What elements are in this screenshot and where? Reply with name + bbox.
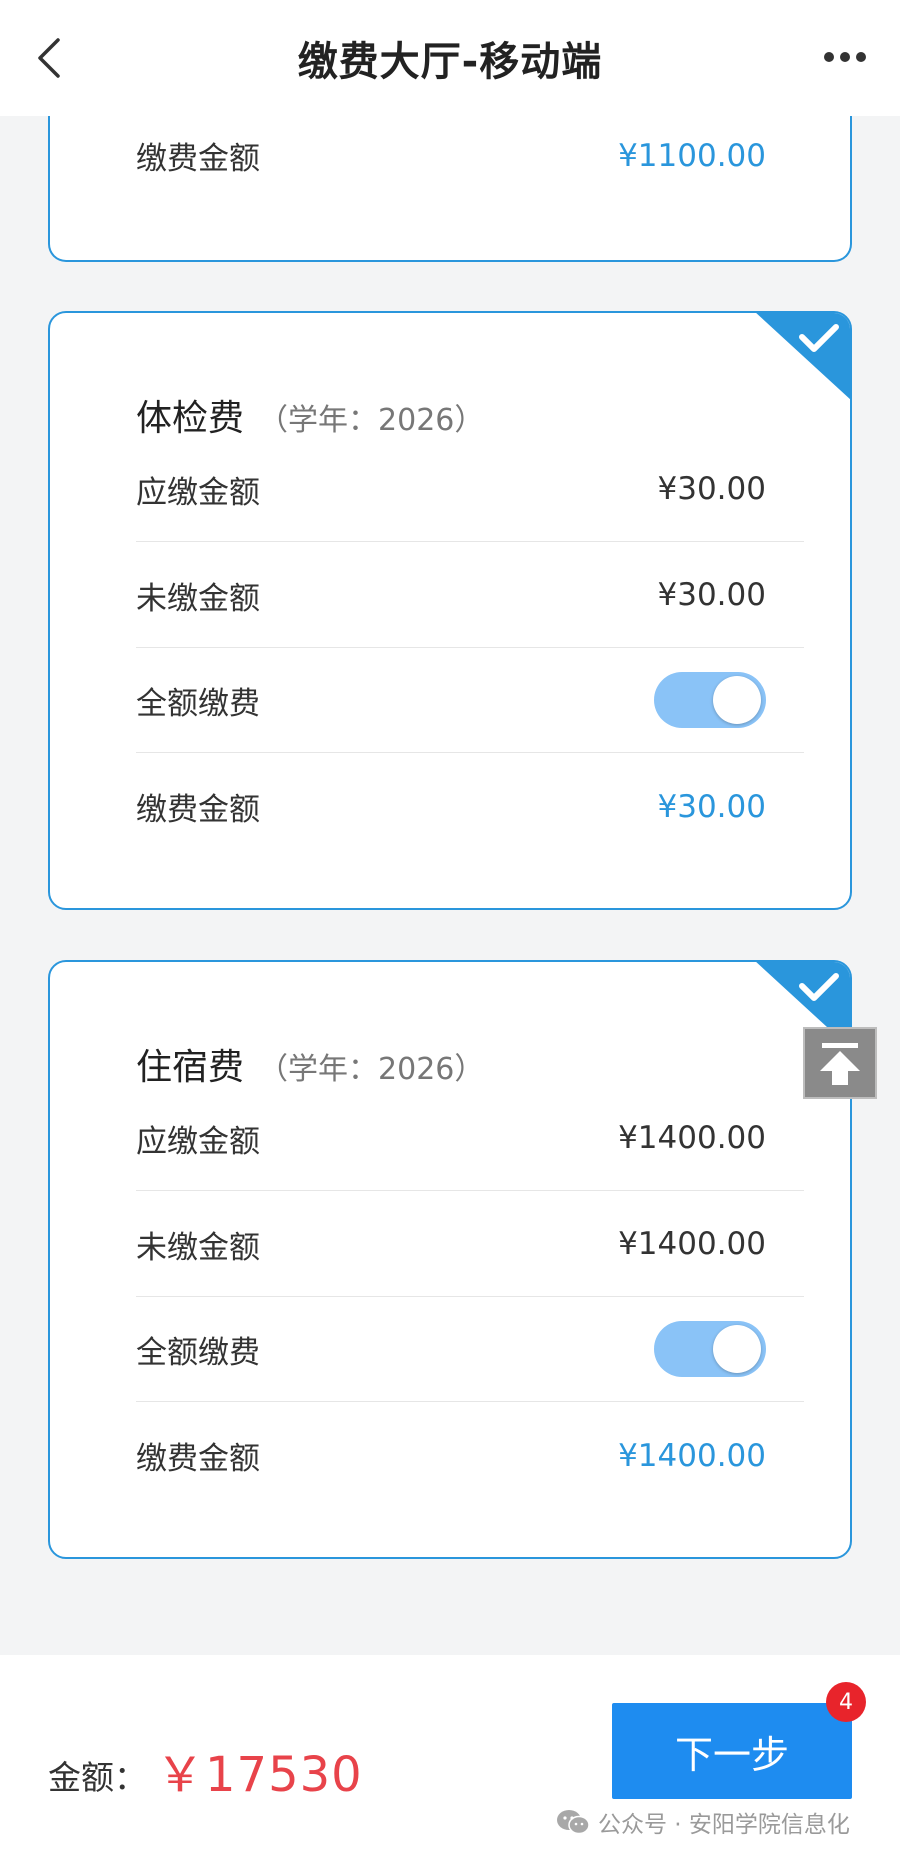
row-label: 应缴金额 (136, 1123, 260, 1160)
wechat-icon (557, 1810, 590, 1835)
fee-year: （学年：2026） (258, 403, 485, 438)
toggle-knob (713, 1325, 761, 1373)
row-label: 未缴金额 (136, 1229, 260, 1266)
top-nav-bar: 缴费大厅-移动端 (0, 0, 900, 116)
payment-amount-row: 缴费金额 ¥1400.00 (136, 1403, 804, 1508)
fee-name: 体检费 (136, 398, 245, 439)
page-title: 缴费大厅-移动端 (297, 39, 603, 85)
fee-name: 住宿费 (136, 1047, 245, 1088)
watermark: 公众号 · 安阳学院信息化 (556, 1805, 850, 1839)
back-button[interactable] (30, 36, 74, 80)
payment-amount-value[interactable]: ¥1400.00 (618, 1438, 766, 1474)
chevron-left-icon (38, 38, 60, 78)
more-dots-icon (824, 52, 834, 62)
arrow-up-to-top-icon (820, 1043, 860, 1085)
row-label: 缴费金额 (136, 792, 260, 828)
total-amount-label: 金额： (48, 1758, 147, 1797)
payment-amount-row: 缴费金额 ¥1100.00 (136, 103, 804, 208)
row-label: 全额缴费 (136, 685, 260, 722)
back-to-top-button[interactable] (803, 1027, 877, 1099)
full-payment-row: 全额缴费 (136, 1297, 804, 1402)
unpaid-amount-value: ¥30.00 (657, 577, 766, 613)
selected-check-icon (756, 313, 850, 400)
unpaid-amount-value: ¥1400.00 (618, 1226, 766, 1262)
toggle-knob (713, 676, 761, 724)
row-label: 应缴金额 (136, 474, 260, 511)
payment-amount-row: 缴费金额 ¥30.00 (136, 754, 804, 859)
full-payment-toggle[interactable] (654, 672, 766, 728)
selected-count-badge: 4 (826, 1682, 866, 1722)
unpaid-amount-row: 未缴金额 ¥30.00 (136, 543, 804, 648)
payment-amount-value[interactable]: ¥30.00 (658, 789, 766, 825)
payment-hall-page: 缴费大厅-移动端 缴费金额 ¥1100.00 体检费 （学年：2026） 应缴金… (0, 0, 900, 1849)
fee-card-accommodation[interactable]: 住宿费 （学年：2026） 应缴金额 ¥1400.00 未缴金额 ¥1400.0… (48, 960, 852, 1559)
row-label: 缴费金额 (136, 1441, 260, 1477)
total-amount-value: ￥17530 (156, 1747, 363, 1803)
next-step-button[interactable]: 下一步 (612, 1703, 852, 1799)
fee-title: 体检费 （学年：2026） (136, 389, 484, 441)
fee-title: 住宿费 （学年：2026） (136, 1038, 484, 1090)
fee-year: （学年：2026） (258, 1052, 485, 1087)
fee-card-physical-exam[interactable]: 体检费 （学年：2026） 应缴金额 ¥30.00 未缴金额 ¥30.00 全额… (48, 311, 852, 910)
row-label: 未缴金额 (136, 580, 260, 617)
checkout-bar: 金额： ￥17530 下一步 4 公众号 · 安阳学院信息化 (0, 1655, 900, 1849)
full-payment-row: 全额缴费 (136, 648, 804, 753)
payment-amount-value[interactable]: ¥1100.00 (618, 138, 766, 174)
due-amount-value: ¥1400.00 (618, 1120, 766, 1156)
due-amount-row: 应缴金额 ¥30.00 (136, 437, 804, 542)
due-amount-value: ¥30.00 (657, 471, 766, 507)
watermark-text: 公众号 · 安阳学院信息化 (598, 1812, 850, 1838)
more-button[interactable] (824, 50, 866, 64)
row-label: 缴费金额 (136, 141, 260, 177)
unpaid-amount-row: 未缴金额 ¥1400.00 (136, 1192, 804, 1297)
due-amount-row: 应缴金额 ¥1400.00 (136, 1086, 804, 1191)
full-payment-toggle[interactable] (654, 1321, 766, 1377)
row-label: 全额缴费 (136, 1334, 260, 1371)
